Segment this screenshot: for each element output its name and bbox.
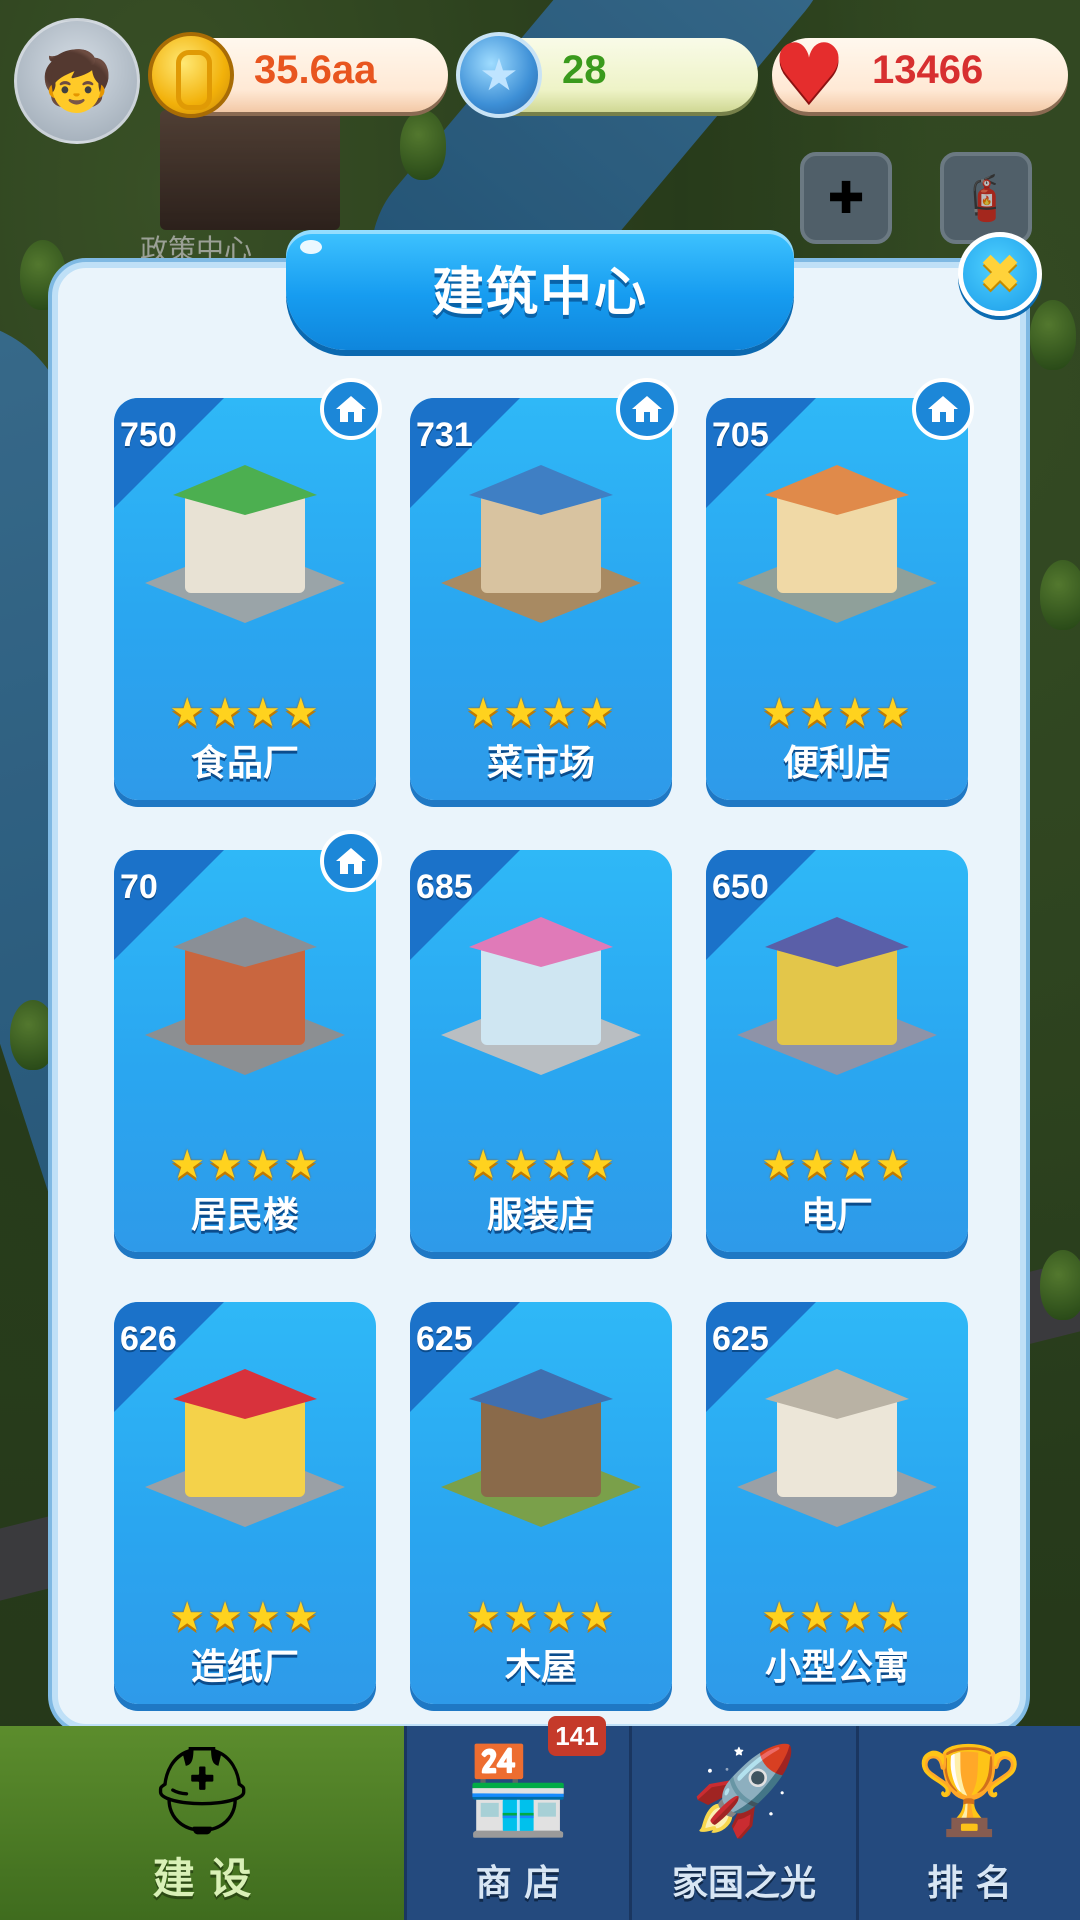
building-name: 造纸厂 — [190, 1647, 299, 1688]
building-card[interactable]: 685 ★★★★ 服装店 — [410, 850, 672, 1252]
building-name: 木屋 — [504, 1647, 577, 1688]
building-card[interactable]: 626 ★★★★ 造纸厂 — [114, 1302, 376, 1704]
building-value: 625 — [416, 1320, 473, 1358]
tab-ranking[interactable]: 🏆 排 名 — [859, 1726, 1080, 1920]
tab-label: 建 设 — [152, 1854, 252, 1903]
building-card[interactable]: 650 ★★★★ 电厂 — [706, 850, 968, 1252]
building-illustration — [726, 1352, 948, 1532]
star-rating: ★★★★ — [169, 1594, 321, 1640]
tab-label: 家国之光 — [671, 1863, 816, 1904]
star-rating: ★★★★ — [465, 1594, 617, 1640]
coin-value: 35.6aa — [254, 48, 377, 92]
building-illustration — [726, 448, 948, 628]
coin-counter[interactable]: 35.6aa — [148, 32, 448, 118]
building-card[interactable]: 731 ★★★★ 菜市场 — [410, 398, 672, 800]
notification-badge: 141 — [548, 1716, 606, 1756]
building-value: 70 — [120, 868, 158, 906]
building-name: 电厂 — [800, 1195, 873, 1236]
building-card[interactable]: 70 ★★★★ 居民楼 — [114, 850, 376, 1252]
tab-label: 商 店 — [475, 1863, 561, 1904]
bottom-navigation: ⛑ 建 设 🏪 商 店 🚀 家国之光 🏆 排 名 — [0, 1726, 1080, 1920]
player-avatar[interactable]: 🧒 — [14, 18, 140, 144]
building-illustration — [430, 1352, 652, 1532]
building-value: 685 — [416, 868, 473, 906]
home-icon — [320, 378, 382, 440]
star-rating: ★★★★ — [169, 1142, 321, 1188]
rocket-icon: 🚀 — [690, 1741, 798, 1841]
building-illustration — [430, 448, 652, 628]
building-value: 705 — [712, 416, 769, 454]
heart-icon: ♥ — [772, 27, 846, 122]
building-illustration — [134, 900, 356, 1080]
home-icon — [320, 830, 382, 892]
home-icon — [912, 378, 974, 440]
building-name: 菜市场 — [486, 743, 595, 784]
gem-value: 28 — [562, 48, 607, 92]
tab-national-glory[interactable]: 🚀 家国之光 — [632, 1726, 856, 1920]
tab-label: 排 名 — [927, 1863, 1012, 1904]
star-rating: ★★★★ — [465, 690, 617, 736]
star-rating: ★★★★ — [761, 690, 913, 736]
heart-counter[interactable]: ♥ 13466 — [772, 34, 1068, 116]
building-card[interactable]: 625 ★★★★ 小型公寓 — [706, 1302, 968, 1704]
tab-build[interactable]: ⛑ 建 设 — [0, 1726, 404, 1920]
hard-hat-icon: ⛑ — [147, 1741, 257, 1841]
building-value: 731 — [416, 416, 473, 454]
building-illustration — [726, 900, 948, 1080]
star-rating: ★★★★ — [761, 1594, 913, 1640]
ranking-podium-icon: 🏆 — [915, 1741, 1024, 1841]
home-icon — [616, 378, 678, 440]
building-illustration — [430, 900, 652, 1080]
building-value: 626 — [120, 1320, 177, 1358]
building-illustration — [134, 1352, 356, 1532]
building-name: 便利店 — [782, 743, 891, 784]
star-rating: ★★★★ — [169, 690, 321, 736]
building-name: 小型公寓 — [764, 1647, 909, 1688]
star-rating: ★★★★ — [465, 1142, 617, 1188]
blue-star-gem-icon: ★ — [456, 32, 542, 118]
building-illustration — [134, 448, 356, 628]
building-name: 食品厂 — [190, 743, 299, 784]
building-card[interactable]: 705 ★★★★ 便利店 — [706, 398, 968, 800]
coin-icon — [148, 32, 234, 118]
building-value: 750 — [120, 416, 177, 454]
building-value: 650 — [712, 868, 769, 906]
building-name: 居民楼 — [190, 1195, 299, 1236]
star-rating: ★★★★ — [761, 1142, 913, 1188]
close-button[interactable]: ✖ — [958, 232, 1042, 316]
close-icon: ✖ — [978, 244, 1022, 304]
panel-title: 建筑中心 — [431, 263, 648, 323]
building-card[interactable]: 625 ★★★★ 木屋 — [410, 1302, 672, 1704]
building-name: 服装店 — [486, 1195, 595, 1236]
shop-icon: 🏪 — [464, 1741, 572, 1841]
gem-counter[interactable]: ★ 28 — [456, 32, 758, 118]
building-value: 625 — [712, 1320, 769, 1358]
heart-value: 13466 — [872, 48, 984, 92]
building-card[interactable]: 750 ★★★★ 食品厂 — [114, 398, 376, 800]
panel-title-banner: 建筑中心 — [286, 230, 794, 350]
